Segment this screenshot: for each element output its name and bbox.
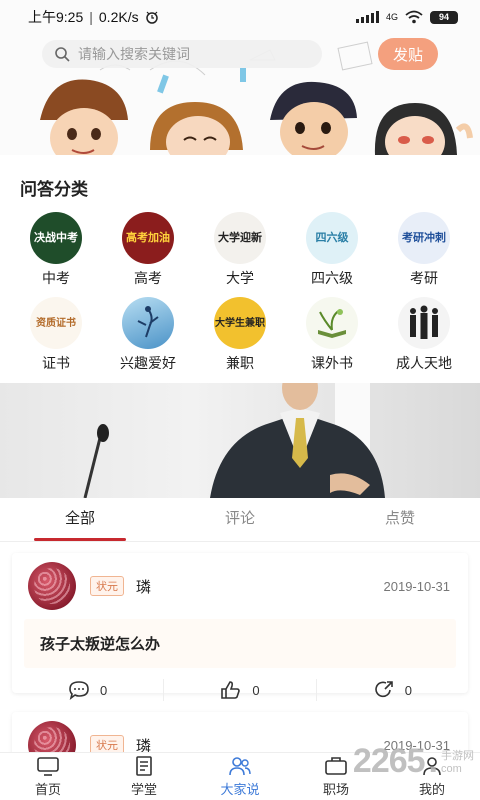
category-grid: 决战中考 中考 高考加油 高考 大学迎新 大学 四六级 四六级 考研冲刺 考研 … (0, 212, 480, 382)
category-books[interactable]: 课外书 (286, 297, 378, 382)
watermark-brand: 2265 (352, 742, 426, 780)
certificate-icon: 资质证书 (30, 297, 82, 349)
battery-icon: 94 (430, 10, 458, 24)
cartoon-boy-2 (270, 81, 357, 155)
username[interactable]: 璘 (136, 576, 151, 597)
category-certificate[interactable]: 资质证书 证书 (10, 297, 102, 382)
post-actions: 0 0 0 (12, 668, 468, 712)
avatar[interactable] (28, 562, 76, 610)
watermark-suffix: com (441, 763, 462, 775)
thumbs-up-icon (221, 681, 241, 699)
status-bar: 上午9:25 | 0.2K/s 4G 94 (0, 0, 480, 34)
content-tabs: 全部 评论 点赞 (0, 505, 480, 541)
alarm-icon (145, 11, 158, 24)
watermark-sub: 手游网 (441, 750, 474, 762)
share-count: 0 (404, 682, 412, 698)
rank-badge: 状元 (90, 576, 124, 596)
category-gaokao[interactable]: 高考加油 高考 (102, 212, 194, 297)
comment-count: 0 (100, 682, 108, 698)
category-university[interactable]: 大学迎新 大学 (194, 212, 286, 297)
cartoon-girl-1 (150, 102, 243, 155)
parttime-icon: 大学生兼职 (214, 297, 266, 349)
site-watermark: 2265 . 手游网 com (353, 742, 474, 781)
search-placeholder: 请输入搜索关键词 (78, 46, 190, 62)
share-icon (374, 681, 393, 698)
promo-banner-photo[interactable] (0, 383, 480, 498)
cet-icon: 四六级 (306, 212, 358, 264)
tab-divider (0, 541, 480, 542)
category-zhongkao[interactable]: 决战中考 中考 (10, 212, 102, 297)
cartoon-girl-2 (374, 103, 473, 155)
network-type: 4G (385, 12, 398, 22)
cartoon-boy-1 (40, 79, 128, 155)
post-content[interactable]: 孩子太叛逆怎么办 (24, 619, 456, 668)
kaoyan-icon: 考研冲刺 (398, 212, 450, 264)
nav-school[interactable]: 学堂 (96, 753, 192, 800)
like-count: 0 (252, 682, 260, 698)
tv-icon (37, 757, 59, 776)
comment-icon (69, 681, 89, 700)
nav-home[interactable]: 首页 (0, 753, 96, 800)
adult-icon (398, 297, 450, 349)
category-parttime[interactable]: 大学生兼职 兼职 (194, 297, 286, 382)
category-kaoyan[interactable]: 考研冲刺 考研 (378, 212, 470, 297)
search-input[interactable]: 请输入搜索关键词 (42, 40, 322, 68)
category-adult[interactable]: 成人天地 (378, 297, 470, 382)
tab-comments[interactable]: 评论 (160, 505, 320, 541)
university-icon: 大学迎新 (214, 212, 266, 264)
tab-likes[interactable]: 点赞 (320, 505, 480, 541)
people-icon (229, 757, 251, 776)
tab-all[interactable]: 全部 (0, 505, 160, 541)
notebook-icon (136, 756, 152, 776)
comment-button[interactable]: 0 (12, 679, 165, 701)
zhongkao-icon: 决战中考 (30, 212, 82, 264)
search-icon (55, 47, 70, 62)
category-cet[interactable]: 四六级 四六级 (286, 212, 378, 297)
status-time: 上午9:25 (28, 9, 84, 25)
section-title: 问答分类 (20, 180, 88, 199)
share-button[interactable]: 0 (317, 679, 468, 701)
post-card[interactable]: 状元 璘 2019-10-31 孩子太叛逆怎么办 0 0 0 (12, 553, 468, 701)
books-icon (306, 297, 358, 349)
signal-icon (355, 11, 379, 23)
watermark-dot: . (428, 742, 439, 780)
like-button[interactable]: 0 (164, 679, 317, 701)
nav-everyone-says[interactable]: 大家说 (192, 753, 288, 800)
wifi-icon (405, 10, 423, 24)
post-button[interactable]: 发贴 (378, 38, 438, 70)
category-hobby[interactable]: 兴趣爱好 (102, 297, 194, 382)
post-date: 2019-10-31 (383, 578, 451, 594)
briefcase-icon (325, 757, 347, 775)
hobby-icon (122, 297, 174, 349)
network-speed: 0.2K/s (98, 9, 139, 25)
gaokao-icon: 高考加油 (122, 212, 174, 264)
